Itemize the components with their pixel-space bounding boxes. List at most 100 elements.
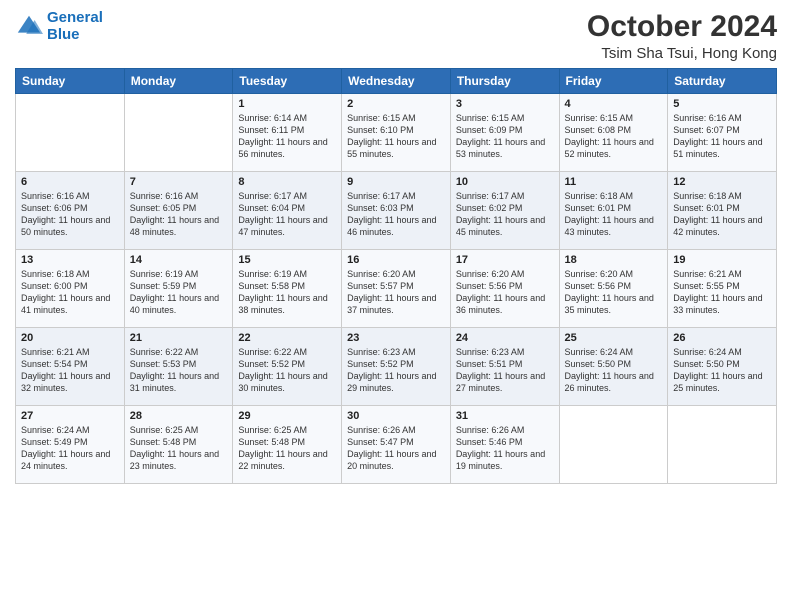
- day-info: Sunrise: 6:23 AMSunset: 5:51 PMDaylight:…: [456, 346, 554, 395]
- day-info: Sunrise: 6:18 AMSunset: 6:01 PMDaylight:…: [565, 190, 663, 239]
- day-cell: 20Sunrise: 6:21 AMSunset: 5:54 PMDayligh…: [16, 328, 125, 406]
- day-number: 30: [347, 410, 445, 422]
- day-cell: [559, 406, 668, 484]
- day-number: 28: [130, 410, 228, 422]
- day-info: Sunrise: 6:20 AMSunset: 5:56 PMDaylight:…: [456, 268, 554, 317]
- day-cell: 1Sunrise: 6:14 AMSunset: 6:11 PMDaylight…: [233, 94, 342, 172]
- day-number: 21: [130, 332, 228, 344]
- day-number: 9: [347, 176, 445, 188]
- day-cell: [668, 406, 777, 484]
- logo: General Blue: [15, 10, 103, 43]
- day-cell: 26 Sunrise: 6:24 AMSunset: 5:50 PMDayligh…: [668, 328, 777, 406]
- day-info: Sunrise: 6:21 AMSunset: 5:55 PMDaylight:…: [673, 268, 771, 317]
- day-number: 6: [21, 176, 119, 188]
- weekday-header-tuesday: Tuesday: [233, 69, 342, 94]
- day-cell: 18 Sunrise: 6:20 AMSunset: 5:56 PMDayligh…: [559, 250, 668, 328]
- day-info: Sunrise: 6:24 AMSunset: 5:50 PMDaylight:…: [673, 346, 771, 395]
- month-title: October 2024: [587, 10, 777, 43]
- day-number: 15: [238, 254, 336, 266]
- calendar-table: SundayMondayTuesdayWednesdayThursdayFrid…: [15, 68, 777, 484]
- day-cell: 12 Sunrise: 6:18 AMSunset: 6:01 PMDayligh…: [668, 172, 777, 250]
- day-cell: 10 Sunrise: 6:17 AMSunset: 6:02 PMDayligh…: [450, 172, 559, 250]
- day-info: Sunrise: 6:24 AMSunset: 5:49 PMDaylight:…: [21, 424, 119, 473]
- day-cell: 7 Sunrise: 6:16 AMSunset: 6:05 PMDaylight…: [124, 172, 233, 250]
- weekday-header-monday: Monday: [124, 69, 233, 94]
- day-cell: [16, 94, 125, 172]
- day-cell: 21Sunrise: 6:22 AMSunset: 5:53 PMDayligh…: [124, 328, 233, 406]
- weekday-header-wednesday: Wednesday: [342, 69, 451, 94]
- week-row-3: 13 Sunrise: 6:18 AMSunset: 6:00 PMDayligh…: [16, 250, 777, 328]
- day-cell: 2 Sunrise: 6:15 AMSunset: 6:10 PMDaylight…: [342, 94, 451, 172]
- day-cell: 13 Sunrise: 6:18 AMSunset: 6:00 PMDayligh…: [16, 250, 125, 328]
- day-info: Sunrise: 6:20 AMSunset: 5:56 PMDaylight:…: [565, 268, 663, 317]
- day-info: Sunrise: 6:25 AMSunset: 5:48 PMDaylight:…: [238, 424, 336, 473]
- day-cell: 4Sunrise: 6:15 AMSunset: 6:08 PMDaylight…: [559, 94, 668, 172]
- week-row-2: 6Sunrise: 6:16 AMSunset: 6:06 PMDaylight…: [16, 172, 777, 250]
- day-number: 29: [238, 410, 336, 422]
- day-number: 22: [238, 332, 336, 344]
- day-info: Sunrise: 6:16 AMSunset: 6:05 PMDaylight:…: [130, 190, 228, 239]
- day-number: 16: [347, 254, 445, 266]
- weekday-header-saturday: Saturday: [668, 69, 777, 94]
- day-number: 23: [347, 332, 445, 344]
- day-number: 3: [456, 98, 554, 110]
- day-number: 18: [565, 254, 663, 266]
- day-number: 14: [130, 254, 228, 266]
- weekday-header-row: SundayMondayTuesdayWednesdayThursdayFrid…: [16, 69, 777, 94]
- day-cell: 30Sunrise: 6:26 AMSunset: 5:47 PMDayligh…: [342, 406, 451, 484]
- logo-text: General Blue: [47, 10, 103, 43]
- day-number: 5: [673, 98, 771, 110]
- week-row-1: 1Sunrise: 6:14 AMSunset: 6:11 PMDaylight…: [16, 94, 777, 172]
- week-row-4: 20Sunrise: 6:21 AMSunset: 5:54 PMDayligh…: [16, 328, 777, 406]
- day-number: 7: [130, 176, 228, 188]
- logo-icon: [15, 13, 43, 41]
- day-cell: 29 Sunrise: 6:25 AMSunset: 5:48 PMDayligh…: [233, 406, 342, 484]
- day-cell: 5 Sunrise: 6:16 AMSunset: 6:07 PMDaylight…: [668, 94, 777, 172]
- day-number: 24: [456, 332, 554, 344]
- day-info: Sunrise: 6:18 AMSunset: 6:01 PMDaylight:…: [673, 190, 771, 239]
- day-cell: 11Sunrise: 6:18 AMSunset: 6:01 PMDayligh…: [559, 172, 668, 250]
- weekday-header-thursday: Thursday: [450, 69, 559, 94]
- day-cell: 6Sunrise: 6:16 AMSunset: 6:06 PMDaylight…: [16, 172, 125, 250]
- day-cell: 14Sunrise: 6:19 AMSunset: 5:59 PMDayligh…: [124, 250, 233, 328]
- day-info: Sunrise: 6:26 AMSunset: 5:46 PMDaylight:…: [456, 424, 554, 473]
- day-info: Sunrise: 6:15 AMSunset: 6:08 PMDaylight:…: [565, 112, 663, 161]
- day-number: 17: [456, 254, 554, 266]
- day-cell: [124, 94, 233, 172]
- day-info: Sunrise: 6:22 AMSunset: 5:52 PMDaylight:…: [238, 346, 336, 395]
- day-cell: 19 Sunrise: 6:21 AMSunset: 5:55 PMDayligh…: [668, 250, 777, 328]
- header: General Blue October 2024 Tsim Sha Tsui,…: [15, 10, 777, 62]
- week-row-5: 27 Sunrise: 6:24 AMSunset: 5:49 PMDayligh…: [16, 406, 777, 484]
- day-info: Sunrise: 6:14 AMSunset: 6:11 PMDaylight:…: [238, 112, 336, 161]
- day-cell: 15 Sunrise: 6:19 AMSunset: 5:58 PMDayligh…: [233, 250, 342, 328]
- page: General Blue October 2024 Tsim Sha Tsui,…: [0, 0, 792, 612]
- day-number: 8: [238, 176, 336, 188]
- day-cell: 17 Sunrise: 6:20 AMSunset: 5:56 PMDayligh…: [450, 250, 559, 328]
- day-info: Sunrise: 6:16 AMSunset: 6:07 PMDaylight:…: [673, 112, 771, 161]
- day-number: 10: [456, 176, 554, 188]
- day-info: Sunrise: 6:17 AMSunset: 6:03 PMDaylight:…: [347, 190, 445, 239]
- day-number: 2: [347, 98, 445, 110]
- day-info: Sunrise: 6:21 AMSunset: 5:54 PMDaylight:…: [21, 346, 119, 395]
- day-info: Sunrise: 6:15 AMSunset: 6:09 PMDaylight:…: [456, 112, 554, 161]
- day-cell: 31Sunrise: 6:26 AMSunset: 5:46 PMDayligh…: [450, 406, 559, 484]
- day-info: Sunrise: 6:19 AMSunset: 5:58 PMDaylight:…: [238, 268, 336, 317]
- weekday-header-sunday: Sunday: [16, 69, 125, 94]
- day-number: 12: [673, 176, 771, 188]
- day-cell: 28 Sunrise: 6:25 AMSunset: 5:48 PMDayligh…: [124, 406, 233, 484]
- day-number: 19: [673, 254, 771, 266]
- title-block: October 2024 Tsim Sha Tsui, Hong Kong: [587, 10, 777, 62]
- day-info: Sunrise: 6:25 AMSunset: 5:48 PMDaylight:…: [130, 424, 228, 473]
- day-cell: 16Sunrise: 6:20 AMSunset: 5:57 PMDayligh…: [342, 250, 451, 328]
- day-info: Sunrise: 6:17 AMSunset: 6:02 PMDaylight:…: [456, 190, 554, 239]
- day-cell: 9 Sunrise: 6:17 AMSunset: 6:03 PMDaylight…: [342, 172, 451, 250]
- day-info: Sunrise: 6:24 AMSunset: 5:50 PMDaylight:…: [565, 346, 663, 395]
- day-number: 27: [21, 410, 119, 422]
- day-number: 13: [21, 254, 119, 266]
- day-cell: 25Sunrise: 6:24 AMSunset: 5:50 PMDayligh…: [559, 328, 668, 406]
- day-cell: 3 Sunrise: 6:15 AMSunset: 6:09 PMDaylight…: [450, 94, 559, 172]
- day-number: 26: [673, 332, 771, 344]
- day-info: Sunrise: 6:18 AMSunset: 6:00 PMDaylight:…: [21, 268, 119, 317]
- day-info: Sunrise: 6:17 AMSunset: 6:04 PMDaylight:…: [238, 190, 336, 239]
- day-info: Sunrise: 6:15 AMSunset: 6:10 PMDaylight:…: [347, 112, 445, 161]
